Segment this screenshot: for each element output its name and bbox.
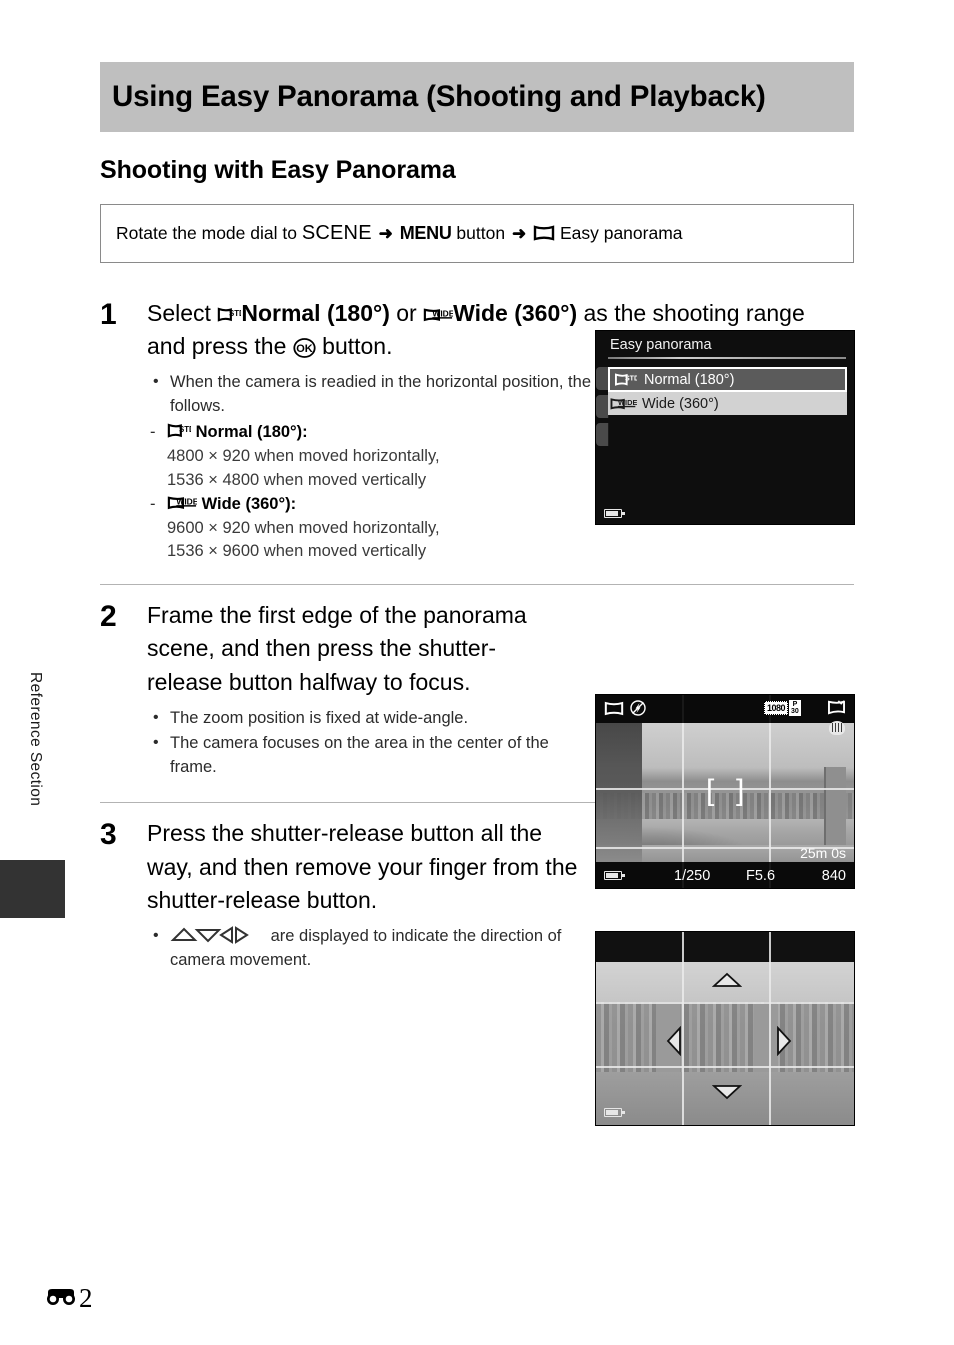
menu-option-wide-label: Wide (360°): [642, 395, 719, 412]
svg-text:STD: STD: [179, 425, 191, 434]
battery-icon-live-view: [604, 871, 625, 880]
battery-icon-panning: [604, 1108, 625, 1117]
menu-option-normal[interactable]: STD Normal (180°): [608, 367, 847, 392]
left-arrow-icon: [666, 1025, 682, 1061]
step-1-bold-1: Normal (180°): [241, 299, 390, 326]
grid-line-vertical-left: [682, 695, 684, 888]
menu-option-wide[interactable]: WIDE Wide (360°): [608, 392, 847, 415]
step-2-bullet-2: The camera focuses on the area in the ce…: [147, 731, 569, 780]
step-1-wide-line-2: 1536 × 9600 when moved vertically: [167, 542, 427, 561]
step-2-bullet-1: The zoom position is fixed at wide-angle…: [147, 706, 569, 731]
figure-easy-panorama-menu: Easy panorama STD Normal (180°) WIDE Wid…: [595, 330, 855, 525]
live-view-foliage: [596, 723, 642, 862]
mode-dial-scene-label: SCENE: [301, 221, 372, 244]
svg-text:WIDE: WIDE: [176, 496, 197, 506]
page-title: Using Easy Panorama (Shooting and Playba…: [112, 80, 766, 113]
command-path-box: Rotate the mode dial to SCENE ➜ MENU but…: [100, 203, 854, 263]
step-1-bold-2: Wide (360°): [453, 299, 578, 326]
command-prefix: Rotate the mode dial to: [116, 222, 297, 243]
figure-live-view: [ ] 1080 P 30 25m 0s 1/250 F5.6 840: [595, 694, 855, 889]
step-1-text-1: Select: [147, 299, 218, 326]
button-word: button: [456, 222, 506, 243]
menu-tab-3[interactable]: [596, 423, 609, 446]
flash-off-icon: [630, 700, 646, 719]
easy-panorama-menu-label: Easy panorama: [559, 222, 683, 243]
menu-option-list: STD Normal (180°) WIDE Wide (360°): [608, 367, 847, 415]
step-arrow-icon-2: ➜: [511, 223, 527, 243]
svg-text:STD: STD: [229, 309, 241, 318]
section-heading: Shooting with Easy Panorama: [100, 155, 456, 184]
reference-section-mark-icon: [44, 1286, 78, 1308]
step-3-number: 3: [100, 818, 117, 852]
record-time-remaining: 25m 0s: [800, 845, 846, 861]
step-1-subbullet-wide-label: Wide (360°): [201, 494, 291, 513]
movie-rate-label: P 30: [789, 700, 801, 716]
panning-grid-horizontal-bottom: [596, 1066, 854, 1068]
af-bracket-right: ]: [736, 774, 745, 807]
direction-arrows-icon: [170, 925, 271, 945]
menu-option-normal-label: Normal (180°): [644, 371, 735, 388]
camera-live-view-screen: [ ] 1080 P 30 25m 0s 1/250 F5.6 840: [595, 694, 855, 889]
panorama-wide-icon-2: WIDE: [167, 495, 199, 513]
live-view-tower: [824, 767, 846, 845]
movie-size-label: 1080: [764, 701, 789, 715]
step-1-number: 1: [100, 297, 117, 331]
panning-grid-horizontal-top: [596, 1002, 854, 1004]
aperture-value: F5.6: [746, 868, 776, 884]
page-number: 2: [79, 1283, 93, 1313]
movie-1080-p30-icon: 1080 P 30: [764, 700, 801, 716]
page-footer: 2: [44, 1283, 93, 1313]
svg-text:WIDE: WIDE: [618, 398, 637, 407]
panning-skyline: [596, 1002, 854, 1072]
step-2-heading: Frame the first edge of the panorama sce…: [147, 602, 527, 695]
ok-button-icon: OK: [293, 333, 316, 359]
panorama-std-icon-2: STD: [167, 423, 195, 441]
easy-panorama-icon-lv: [604, 701, 624, 719]
grid-line-vertical-right: [769, 695, 771, 888]
section-thumb-tab: [0, 860, 65, 918]
panorama-wide-icon: WIDE: [423, 300, 455, 326]
panorama-scene-icon: [827, 699, 846, 718]
camera-menu-screen: Easy panorama STD Normal (180°) WIDE Wid…: [595, 330, 855, 525]
menu-title-rule: [608, 357, 846, 359]
shutter-speed-value: 1/250: [674, 868, 711, 884]
panorama-std-icon: STD: [217, 300, 245, 326]
battery-icon-menu: [604, 509, 625, 518]
panning-grid-vertical-right: [769, 932, 771, 1125]
page-title-banner: Using Easy Panorama (Shooting and Playba…: [100, 62, 854, 132]
svg-text:WIDE: WIDE: [432, 308, 453, 318]
step-3-heading: Press the shutter-release button all the…: [147, 820, 578, 913]
easy-panorama-icon: [533, 223, 560, 243]
step-1-text-2: or: [389, 299, 424, 326]
panorama-wide-icon-menu: WIDE: [608, 397, 638, 411]
step-1-subbullet-normal-label: Normal (180°): [195, 422, 303, 441]
camera-panning-screen: [595, 931, 855, 1126]
step-3-bullets: are displayed to indicate the direction …: [147, 924, 579, 973]
af-bracket-left: [: [706, 774, 715, 807]
svg-text:STD: STD: [625, 375, 637, 382]
live-view-bottom-bar: [596, 862, 854, 888]
panorama-std-icon-menu: STD: [610, 372, 640, 387]
menu-button-label: MENU: [399, 222, 452, 243]
figure-panning-guide: [595, 931, 855, 1126]
svg-text:OK: OK: [296, 343, 313, 355]
down-arrow-icon: [711, 1084, 743, 1105]
shots-remaining-value: 840: [821, 868, 846, 884]
step-arrow-icon: ➜: [378, 223, 393, 243]
panning-tower-right: [754, 1004, 778, 1074]
step-2-bullets: The zoom position is fixed at wide-angle…: [147, 706, 569, 780]
step-3-bullet-1: are displayed to indicate the direction …: [147, 924, 579, 973]
step-1-text-4: button.: [315, 332, 393, 359]
up-arrow-icon: [711, 972, 743, 993]
menu-screen-title: Easy panorama: [610, 337, 712, 353]
panning-grid-vertical-left: [682, 932, 684, 1125]
vibration-reduction-icon: [829, 721, 845, 735]
section-side-label: Reference Section: [27, 672, 44, 807]
right-arrow-icon: [776, 1025, 792, 1061]
step-2-number: 2: [100, 600, 117, 634]
grid-line-horizontal-top: [596, 788, 854, 790]
